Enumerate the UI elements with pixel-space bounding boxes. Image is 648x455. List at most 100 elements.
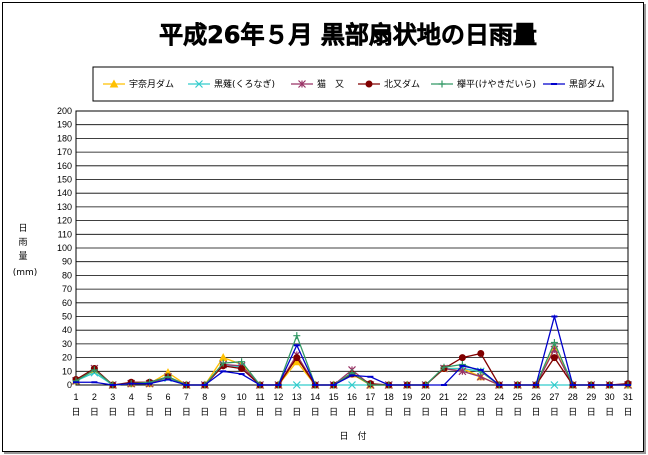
- y-tick-label: 30: [62, 339, 72, 349]
- y-tick-label: 70: [62, 284, 72, 294]
- x-tick-day-suffix: 日: [403, 407, 412, 418]
- x-tick-label: 30: [605, 392, 615, 402]
- x-tick-day-suffix: 日: [108, 407, 117, 418]
- x-tick-label: 27: [549, 392, 559, 402]
- x-tick-label: 5: [147, 392, 152, 402]
- y-axis-label-char-3: 量: [18, 251, 27, 262]
- x-tick-label: 2: [92, 392, 97, 402]
- chart-title: 平成26年５月 黒部扇状地の日雨量: [159, 21, 537, 49]
- y-axis-unit: (mm): [13, 268, 38, 278]
- x-tick-day-suffix: 日: [274, 407, 283, 418]
- x-tick-day-suffix: 日: [623, 407, 632, 418]
- x-tick-day-suffix: 日: [219, 407, 228, 418]
- legend-label: 宇奈月ダム: [129, 78, 174, 90]
- legend-label: 黒部ダム: [569, 78, 605, 90]
- x-tick-day-suffix: 日: [292, 407, 301, 418]
- legend-label: 猫 又: [317, 78, 344, 90]
- x-tick-day-suffix: 日: [568, 407, 577, 418]
- data-point: [238, 365, 246, 373]
- data-point: [550, 354, 558, 362]
- y-tick-label: 10: [62, 366, 72, 376]
- x-tick-label: 12: [273, 392, 283, 402]
- x-tick-day-suffix: 日: [531, 407, 540, 418]
- x-tick-day-suffix: 日: [200, 407, 209, 418]
- x-tick-label: 25: [513, 392, 523, 402]
- x-tick-label: 15: [329, 392, 339, 402]
- x-tick-day-suffix: 日: [458, 407, 467, 418]
- x-tick-day-suffix: 日: [384, 407, 393, 418]
- y-tick-label: 180: [57, 133, 72, 143]
- y-tick-label: 160: [57, 161, 72, 171]
- x-tick-day-suffix: 日: [237, 407, 246, 418]
- x-tick-day-suffix: 日: [255, 407, 264, 418]
- legend-label: 欅平(けやきだいら): [457, 79, 536, 90]
- y-tick-label: 0: [67, 380, 72, 390]
- data-point: [293, 354, 301, 362]
- x-tick-day-suffix: 日: [550, 407, 559, 418]
- data-point: [458, 354, 466, 362]
- y-tick-label: 110: [58, 229, 72, 239]
- x-tick-day-suffix: 日: [587, 407, 596, 418]
- x-tick-day-suffix: 日: [329, 407, 338, 418]
- x-tick-label: 9: [221, 392, 226, 402]
- x-tick-label: 23: [476, 392, 486, 402]
- y-tick-label: 60: [62, 298, 72, 308]
- y-tick-label: 120: [57, 216, 72, 226]
- x-tick-label: 20: [421, 392, 431, 402]
- y-tick-label: 190: [57, 120, 72, 130]
- x-tick-label: 7: [184, 392, 189, 402]
- x-tick-label: 22: [457, 392, 467, 402]
- y-axis-label-char-1: 日: [18, 223, 27, 234]
- x-tick-day-suffix: 日: [127, 407, 136, 418]
- x-tick-label: 13: [292, 392, 302, 402]
- x-tick-day-suffix: 日: [495, 407, 504, 418]
- rainfall-chart: 平成26年５月 黒部扇状地の日雨量 宇奈月ダム 黒薙(くろなぎ) 猫 又 北又ダム 欅平…: [13, 21, 633, 442]
- x-tick-day-suffix: 日: [182, 407, 191, 418]
- chart-frame: 平成26年５月 黒部扇状地の日雨量 宇奈月ダム 黒薙(くろなぎ) 猫 又 北又ダム 欅平…: [2, 2, 644, 452]
- legend-label: 黒薙(くろなぎ): [214, 78, 275, 90]
- x-tick-label: 16: [347, 392, 357, 402]
- x-tick-day-suffix: 日: [145, 407, 154, 418]
- x-tick-label: 10: [237, 392, 247, 402]
- y-axis-label-char-2: 雨: [18, 237, 27, 248]
- x-tick-day-suffix: 日: [347, 407, 356, 418]
- x-tick-day-suffix: 日: [605, 407, 614, 418]
- x-tick-label: 18: [384, 392, 394, 402]
- x-axis-ticks: 1日2日3日4日5日6日7日8日9日10日11日12日13日14日15日16日1…: [71, 392, 633, 418]
- x-tick-label: 29: [586, 392, 596, 402]
- x-tick-label: 19: [402, 392, 412, 402]
- y-tick-label: 150: [57, 175, 72, 185]
- data-point: [477, 349, 485, 357]
- legend-label: 北又ダム: [384, 78, 420, 90]
- x-axis-label: 日 付: [339, 431, 366, 442]
- y-tick-label: 130: [57, 202, 72, 212]
- x-tick-label: 8: [202, 392, 207, 402]
- y-tick-label: 170: [57, 147, 72, 157]
- x-tick-label: 17: [365, 392, 375, 402]
- x-tick-label: 28: [568, 392, 578, 402]
- x-tick-day-suffix: 日: [439, 407, 448, 418]
- x-tick-label: 6: [165, 392, 170, 402]
- x-tick-day-suffix: 日: [421, 407, 430, 418]
- x-tick-label: 31: [623, 392, 633, 402]
- y-axis-ticks: 0 10 20 30 40 50 60 70 80 90 100 110 120 130 140 150 160…: [57, 106, 72, 390]
- y-tick-label: 20: [62, 353, 72, 363]
- y-tick-label: 140: [57, 188, 72, 198]
- x-tick-label: 24: [494, 392, 504, 402]
- x-tick-day-suffix: 日: [71, 407, 80, 418]
- data-point: [365, 80, 373, 88]
- x-tick-day-suffix: 日: [311, 407, 320, 418]
- x-tick-day-suffix: 日: [476, 407, 485, 418]
- x-tick-label: 4: [129, 392, 134, 402]
- y-tick-label: 200: [57, 106, 72, 116]
- y-tick-label: 80: [62, 270, 72, 280]
- x-tick-label: 1: [73, 392, 78, 402]
- x-tick-label: 11: [255, 392, 264, 402]
- x-tick-label: 3: [110, 392, 115, 402]
- x-tick-label: 21: [439, 392, 449, 402]
- y-tick-label: 50: [62, 312, 72, 322]
- x-tick-day-suffix: 日: [366, 407, 375, 418]
- x-tick-label: 26: [531, 392, 541, 402]
- x-tick-day-suffix: 日: [90, 407, 99, 418]
- x-tick-day-suffix: 日: [163, 407, 172, 418]
